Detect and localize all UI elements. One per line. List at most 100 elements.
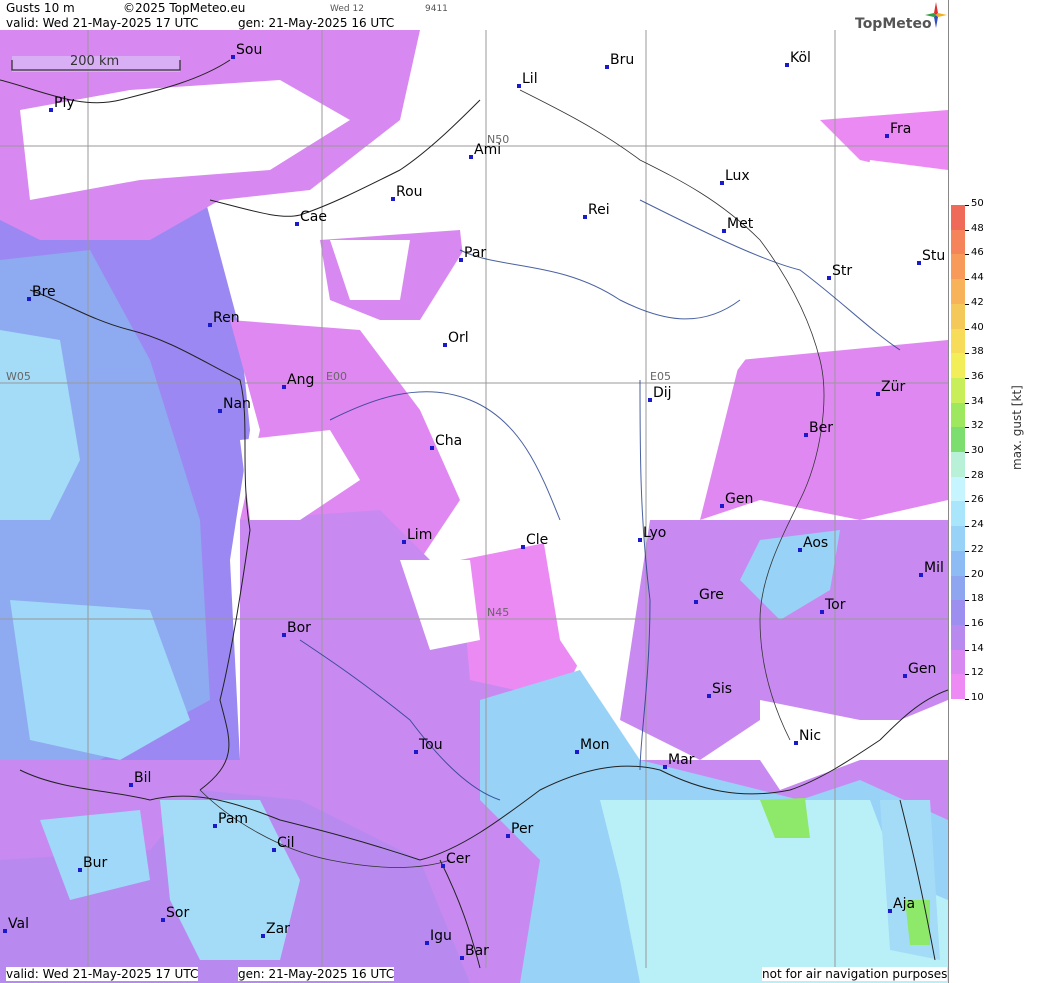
copyright: ©2025 TopMeteo.eu <box>123 1 246 15</box>
legend-tick-label: 36 <box>971 370 984 382</box>
city-marker: Bor <box>282 620 311 637</box>
city-marker: Aos <box>798 535 828 552</box>
city-dot <box>430 446 434 450</box>
city-label: Lux <box>725 168 750 184</box>
brand-logo-text: TopMeteo <box>855 16 932 32</box>
legend-tick-label: 30 <box>971 445 984 456</box>
legend-tick-label: 18 <box>971 593 984 605</box>
legend-swatch <box>951 229 965 255</box>
gust-map: 200 km N50N45W05 E00 E05 SouBru KölLilPlyFr… <box>0 0 948 983</box>
city-label: Mar <box>668 752 695 768</box>
city-dot <box>885 134 889 138</box>
city-label: Mon <box>580 737 610 753</box>
legend-swatch <box>951 526 965 552</box>
city-label: Köl <box>790 50 811 66</box>
city-label: Orl <box>448 330 469 346</box>
city-dot <box>213 824 217 828</box>
legend-tick <box>965 501 969 503</box>
city-dot <box>876 392 880 396</box>
city-dot <box>583 215 587 219</box>
city-dot <box>414 750 418 754</box>
city-label: Mil <box>924 560 944 576</box>
city-label: Cle <box>526 532 548 548</box>
legend-swatch <box>951 624 965 651</box>
city-marker: Zür <box>876 379 905 396</box>
legend-tick <box>965 279 969 281</box>
city-label: Tou <box>418 737 443 753</box>
city-label: Cer <box>446 851 470 867</box>
legend-tick-label: 50 <box>971 198 984 209</box>
disclaimer: not for air navigation purposes <box>762 967 948 981</box>
city-label: Gen <box>725 491 753 507</box>
legend-swatch <box>951 427 965 453</box>
legend-swatch <box>951 205 965 231</box>
city-marker: Sor <box>161 905 189 922</box>
city-marker: Par <box>459 245 486 262</box>
city-dot <box>161 918 165 922</box>
city-marker: Bre <box>27 284 56 301</box>
city-dot <box>517 84 521 88</box>
city-label: Nic <box>799 728 821 744</box>
city-label: Gre <box>699 587 724 603</box>
footer-valid-time: valid: Wed 21-May-2025 17 UTC <box>6 967 199 981</box>
city-dot <box>903 674 907 678</box>
legend-tick-label: 42 <box>971 296 984 308</box>
city-dot <box>425 941 429 945</box>
city-label: Dij <box>653 385 672 401</box>
city-dot <box>575 750 579 754</box>
city-label: Ply <box>54 95 75 111</box>
city-label: Lim <box>407 527 432 543</box>
legend-tick-label: 34 <box>971 395 984 407</box>
city-marker: Bar <box>460 943 489 960</box>
city-marker: Cle <box>521 532 548 549</box>
city-label: Rou <box>396 184 423 200</box>
legend-tick <box>965 526 969 528</box>
city-dot <box>798 548 802 552</box>
legend-tick <box>965 575 969 577</box>
scale-bar-label: 200 km <box>70 54 119 69</box>
city-marker: Aja <box>888 896 915 913</box>
legend-tick <box>965 254 969 256</box>
legend-tick-label: 22 <box>971 543 984 555</box>
city-label: Pam <box>218 811 248 827</box>
city-label: Aja <box>893 896 915 912</box>
legend-swatch <box>951 575 965 601</box>
legend-tick <box>965 649 969 651</box>
city-dot <box>919 573 923 577</box>
city-dot <box>272 848 276 852</box>
grid-label: N45 <box>487 606 509 619</box>
legend-swatch <box>951 328 965 354</box>
city-dot <box>694 600 698 604</box>
legend-tick <box>965 674 969 676</box>
city-marker: Pam <box>213 811 248 828</box>
legend-tick-label: 40 <box>971 321 984 333</box>
legend-tick-label: 16 <box>971 617 984 629</box>
city-marker: Cer <box>441 851 470 868</box>
legend-swatch <box>951 600 965 626</box>
legend-swatch <box>951 303 965 329</box>
city-label: Aos <box>803 535 828 551</box>
legend-tick-label: 48 <box>971 222 984 234</box>
city-label: Bor <box>287 620 311 636</box>
city-dot <box>3 929 7 933</box>
legend-swatch <box>951 254 965 280</box>
city-marker: Cha <box>430 433 462 450</box>
city-dot <box>78 868 82 872</box>
city-marker: Rou <box>391 184 423 201</box>
city-label: Stu <box>922 248 945 264</box>
city-marker: Sou <box>231 42 262 59</box>
legend-tick <box>965 303 969 305</box>
footer-generated-time: gen: 21-May-2025 16 UTC <box>238 967 395 981</box>
legend-tick-label: 12 <box>971 667 984 679</box>
city-marker: Stu <box>917 248 945 265</box>
city-marker: Igu <box>425 928 452 945</box>
legend-tick <box>965 452 969 453</box>
legend-swatch <box>951 476 965 502</box>
city-label: Rei <box>588 202 610 218</box>
legend-tick <box>965 427 969 429</box>
legend-tick-label: 20 <box>971 568 984 580</box>
city-label: Val <box>8 916 29 932</box>
city-label: Zar <box>266 921 290 937</box>
city-label: Tor <box>824 597 846 613</box>
city-marker: Zar <box>261 921 290 938</box>
